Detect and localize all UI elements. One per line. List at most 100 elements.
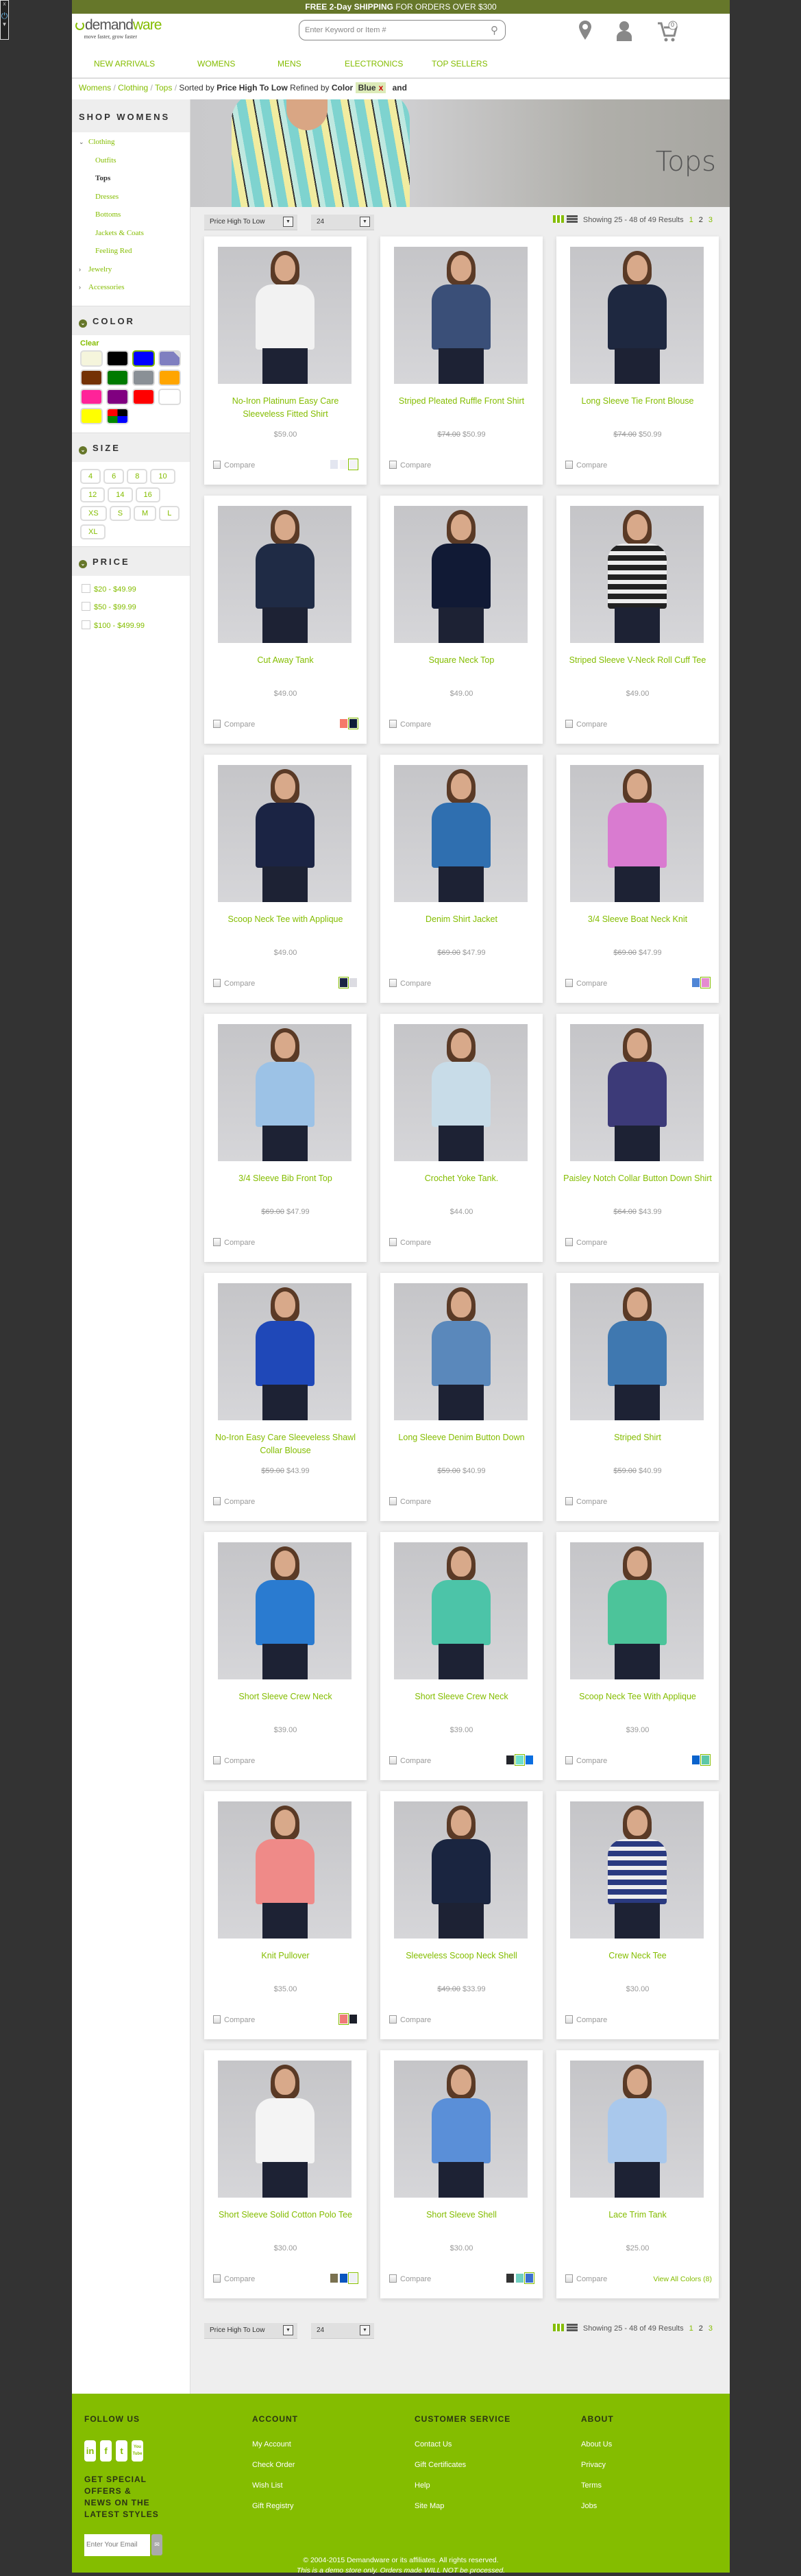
product-color-swatch[interactable] — [338, 2013, 349, 2025]
product-color-swatch[interactable] — [348, 2272, 358, 2284]
product-name[interactable]: Scoop Neck Tee With Applique — [563, 1690, 712, 1703]
page-link[interactable]: 3 — [708, 2324, 713, 2333]
product-image[interactable] — [394, 506, 528, 643]
category-item[interactable]: Tops — [79, 173, 190, 191]
footer-link[interactable]: My Account — [252, 2440, 298, 2461]
product-color-swatch[interactable] — [348, 718, 358, 729]
size-option[interactable]: 6 — [103, 468, 125, 484]
product-image[interactable] — [394, 1024, 528, 1161]
product-name[interactable]: Lace Trim Tank — [563, 2209, 712, 2222]
compare-checkbox[interactable]: Compare — [565, 461, 607, 470]
product-color-swatch[interactable] — [526, 1755, 533, 1764]
color-swatch[interactable] — [106, 388, 129, 405]
size-option[interactable]: XL — [80, 524, 106, 539]
product-name[interactable]: Short Sleeve Crew Neck — [387, 1690, 536, 1703]
grid-view-icon[interactable] — [552, 215, 564, 223]
product-image[interactable] — [570, 765, 704, 902]
compare-checkbox[interactable]: Compare — [389, 979, 431, 988]
category-item[interactable]: Dresses — [79, 191, 190, 210]
nav-electronics[interactable]: ELECTRONICS — [345, 59, 403, 69]
product-image[interactable] — [570, 1283, 704, 1420]
clear-color-link[interactable]: Clear — [72, 335, 190, 349]
size-option[interactable]: S — [109, 505, 132, 521]
compare-checkbox[interactable]: Compare — [213, 1238, 255, 1247]
compare-checkbox[interactable]: Compare — [565, 1238, 607, 1247]
facebook-icon[interactable]: f — [100, 2440, 112, 2462]
color-swatch[interactable] — [132, 388, 155, 405]
size-option[interactable]: 8 — [127, 468, 148, 484]
product-color-swatch[interactable] — [340, 2274, 347, 2283]
compare-checkbox[interactable]: Compare — [389, 461, 431, 470]
checkbox[interactable] — [389, 1497, 397, 1505]
footer-link[interactable]: Help — [415, 2481, 510, 2502]
product-name[interactable]: Long Sleeve Denim Button Down — [387, 1431, 536, 1444]
footer-link[interactable]: Site Map — [415, 2502, 510, 2523]
sort-select[interactable]: Price High To Low ▼ — [204, 215, 297, 230]
checkbox[interactable] — [389, 2274, 397, 2283]
checkbox[interactable] — [82, 602, 90, 611]
product-name[interactable]: Short Sleeve Shell — [387, 2209, 536, 2222]
dropdown-arrow-icon[interactable]: ▼ — [283, 2325, 293, 2335]
list-view-icon[interactable] — [566, 2324, 578, 2331]
compare-checkbox[interactable]: Compare — [389, 720, 431, 729]
category-item[interactable]: › Accessories — [79, 282, 190, 300]
color-swatch[interactable] — [158, 369, 181, 386]
footer-link[interactable]: Terms — [581, 2481, 614, 2502]
checkbox[interactable] — [389, 720, 397, 728]
breadcrumb-tops[interactable]: Tops — [155, 83, 172, 93]
product-color-swatch[interactable] — [506, 2274, 514, 2283]
compare-checkbox[interactable]: Compare — [565, 2274, 607, 2283]
checkbox[interactable] — [389, 1238, 397, 1246]
compare-checkbox[interactable]: Compare — [565, 979, 607, 988]
compare-checkbox[interactable]: Compare — [213, 2274, 255, 2283]
category-item[interactable]: Jackets & Coats — [79, 228, 190, 246]
product-color-swatch[interactable] — [340, 460, 347, 469]
product-color-swatch[interactable] — [515, 1754, 525, 1766]
search-input[interactable]: Enter Keyword or Item # ⚲ — [299, 20, 506, 40]
color-swatch[interactable] — [80, 407, 103, 424]
product-name[interactable]: Crew Neck Tee — [563, 1949, 712, 1963]
checkbox[interactable] — [213, 2274, 221, 2283]
product-color-swatch[interactable] — [349, 978, 357, 987]
product-image[interactable] — [394, 247, 528, 384]
nav-new-arrivals[interactable]: NEW ARRIVALS — [94, 59, 155, 69]
product-color-swatch[interactable] — [349, 2015, 357, 2024]
product-image[interactable] — [218, 1542, 352, 1679]
category-item[interactable]: Feeling Red — [79, 245, 190, 264]
dropdown-triangle-icon[interactable]: ▼ — [2, 21, 8, 27]
category-item[interactable]: › Jewelry — [79, 264, 190, 282]
product-image[interactable] — [218, 1801, 352, 1939]
footer-link[interactable]: About Us — [581, 2440, 614, 2461]
compare-checkbox[interactable]: Compare — [213, 1497, 255, 1506]
size-option[interactable]: 10 — [150, 468, 175, 484]
search-icon[interactable]: ⚲ — [491, 24, 498, 36]
checkbox[interactable] — [213, 1756, 221, 1764]
checkbox[interactable] — [213, 979, 221, 987]
checkbox[interactable] — [565, 2274, 573, 2283]
size-option[interactable]: 14 — [108, 487, 133, 502]
checkbox[interactable] — [565, 1756, 573, 1764]
product-name[interactable]: 3/4 Sleeve Boat Neck Knit — [563, 913, 712, 926]
product-color-swatch[interactable] — [516, 2274, 523, 2283]
checkbox[interactable] — [389, 979, 397, 987]
product-image[interactable] — [394, 1542, 528, 1679]
product-image[interactable] — [218, 765, 352, 902]
color-swatch[interactable] — [158, 388, 181, 405]
compare-checkbox[interactable]: Compare — [213, 979, 255, 988]
category-item[interactable]: ⌄ Clothing — [79, 136, 190, 155]
checkbox[interactable] — [82, 620, 90, 629]
product-name[interactable]: Scoop Neck Tee with Applique — [211, 913, 360, 926]
grid-view-icon[interactable] — [552, 2324, 564, 2331]
checkbox[interactable] — [213, 461, 221, 469]
product-color-swatch[interactable] — [340, 719, 347, 728]
twitter-icon[interactable]: t — [116, 2440, 127, 2462]
checkbox[interactable] — [389, 1756, 397, 1764]
compare-checkbox[interactable]: Compare — [389, 1238, 431, 1247]
product-name[interactable]: Short Sleeve Solid Cotton Polo Tee — [211, 2209, 360, 2222]
dropdown-arrow-icon[interactable]: ▼ — [283, 217, 293, 227]
product-color-swatch[interactable] — [692, 1755, 700, 1764]
product-name[interactable]: Paisley Notch Collar Button Down Shirt — [563, 1172, 712, 1185]
nav-mens[interactable]: MENS — [278, 59, 301, 69]
footer-link[interactable]: Jobs — [581, 2502, 614, 2523]
product-color-swatch[interactable] — [330, 460, 338, 469]
